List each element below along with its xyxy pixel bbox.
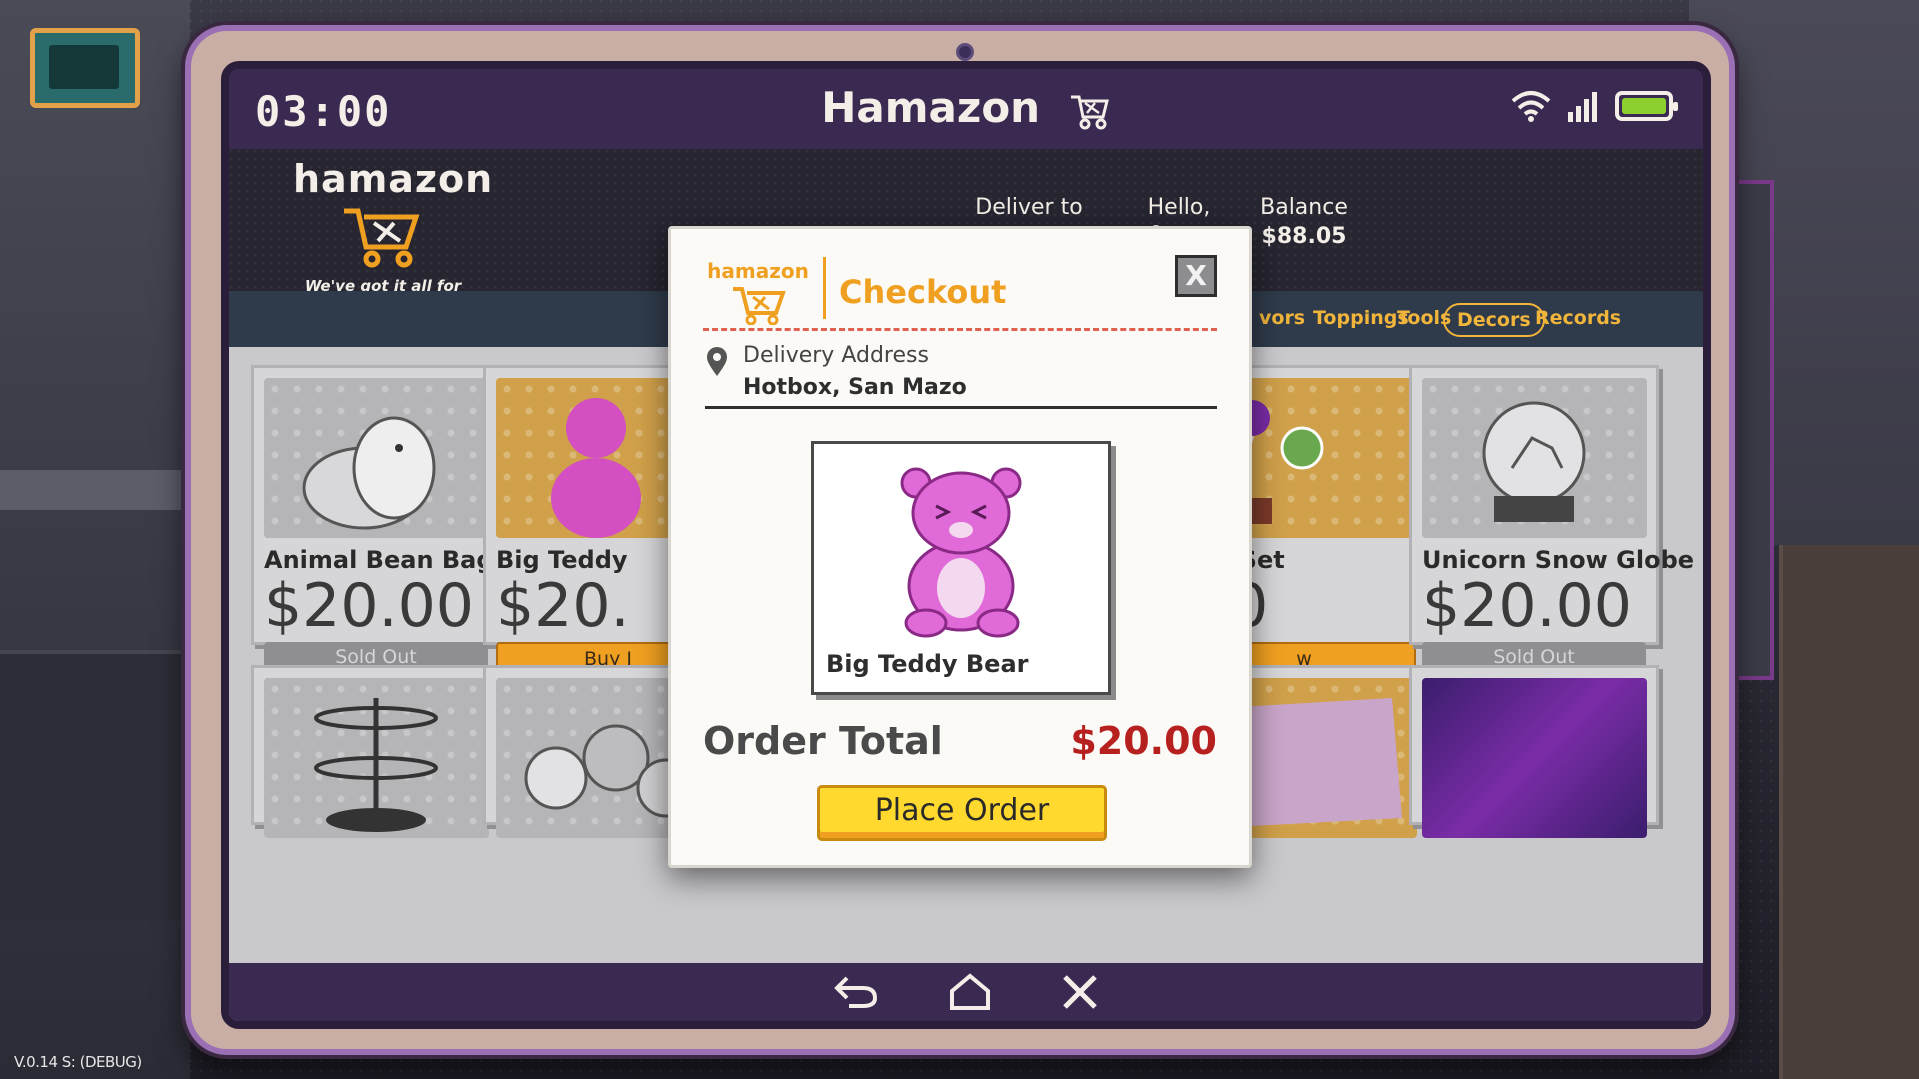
balance-label: Balance bbox=[1260, 195, 1348, 220]
place-order-button[interactable]: Place Order bbox=[817, 785, 1107, 841]
close-button[interactable]: X bbox=[1175, 255, 1217, 297]
status-bar: 03:00 Hamazon bbox=[229, 69, 1703, 149]
close-icon[interactable] bbox=[1061, 973, 1099, 1011]
battery-icon bbox=[1615, 91, 1678, 121]
product-price: $20.00 bbox=[1422, 571, 1632, 641]
computer-icon[interactable] bbox=[30, 28, 140, 108]
product-image-jewelry-rack bbox=[264, 678, 489, 838]
checkout-modal: hamazon Checkout X Delivery Address Hotb… bbox=[668, 226, 1252, 868]
address-value: Hotbox, San Mazo bbox=[743, 375, 967, 400]
kitchen-counter bbox=[0, 470, 190, 510]
nav-bar bbox=[229, 963, 1703, 1021]
header-divider bbox=[823, 257, 826, 319]
product-name: Unicorn Snow Globe bbox=[1422, 546, 1695, 574]
address-label: Delivery Address bbox=[743, 343, 929, 368]
wifi-icon bbox=[1511, 91, 1551, 122]
product-card[interactable]: Animal Bean Bags $20.00 Sold Out bbox=[251, 365, 508, 672]
balance-value: $88.05 bbox=[1261, 224, 1347, 249]
logo-word: hamazon bbox=[293, 157, 494, 201]
version-label: V.0.14 S: (DEBUG) bbox=[14, 1053, 142, 1071]
checkout-logo-word: hamazon bbox=[707, 259, 809, 283]
order-item-card: Big Teddy Bear bbox=[811, 441, 1111, 695]
product-image-neon-floor bbox=[1422, 678, 1647, 838]
app-title-text: Hamazon bbox=[821, 83, 1041, 132]
product-image-animal-bean-bags bbox=[264, 378, 489, 538]
status-icons bbox=[1511, 89, 1678, 123]
cabinet bbox=[1779, 545, 1919, 1079]
product-image-unicorn-snow-globe bbox=[1422, 378, 1647, 538]
balance: Balance $88.05 bbox=[1249, 195, 1359, 249]
back-icon[interactable] bbox=[833, 974, 879, 1010]
teddy-bear-image bbox=[900, 467, 1022, 638]
bean-bag-icon bbox=[302, 416, 436, 530]
product-price: $20.00 bbox=[264, 571, 474, 641]
checkout-header: hamazon Checkout X bbox=[703, 251, 1217, 331]
camera-icon bbox=[956, 43, 974, 61]
checkout-cart-icon bbox=[733, 287, 786, 326]
app-title: Hamazon bbox=[229, 83, 1703, 132]
signal-icon bbox=[1568, 92, 1597, 122]
nav-records[interactable]: Records bbox=[1523, 303, 1633, 333]
delivery-address: Delivery Address Hotbox, San Mazo bbox=[705, 341, 1217, 409]
product-name: Animal Bean Bags bbox=[264, 546, 508, 574]
snow-globe-icon bbox=[1482, 401, 1586, 522]
cart-icon bbox=[1070, 95, 1109, 129]
logo-cart-icon bbox=[344, 208, 420, 268]
product-card[interactable] bbox=[251, 665, 501, 838]
hamazon-logo[interactable]: hamazon We've got it all for you! bbox=[293, 157, 494, 313]
product-card[interactable] bbox=[1409, 665, 1659, 838]
rack-icon bbox=[314, 698, 438, 832]
checkout-title: Checkout bbox=[839, 273, 1007, 311]
checkout-logo: hamazon bbox=[703, 259, 813, 330]
kitchen-shelf bbox=[0, 650, 190, 920]
deliver-label: Deliver to bbox=[975, 195, 1083, 220]
hello-label: Hello, bbox=[1147, 195, 1211, 220]
order-total-label: Order Total bbox=[703, 719, 943, 763]
location-pin-icon bbox=[707, 347, 727, 376]
order-total-value: $20.00 bbox=[1070, 719, 1217, 763]
order-item-name: Big Teddy Bear bbox=[826, 650, 1029, 678]
product-card[interactable]: Unicorn Snow Globe $20.00 Sold Out bbox=[1409, 365, 1695, 672]
home-icon[interactable] bbox=[949, 973, 991, 1011]
